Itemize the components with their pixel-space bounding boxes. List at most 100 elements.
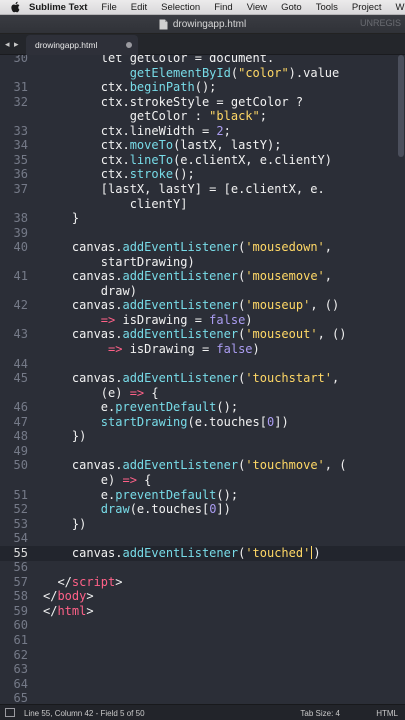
code-line[interactable]: draw) xyxy=(43,284,137,299)
code-line[interactable]: } xyxy=(43,211,79,226)
line-number: 63 xyxy=(13,662,28,677)
menu-goto[interactable]: Goto xyxy=(281,2,302,13)
syntax-mode[interactable]: HTML xyxy=(376,709,398,718)
code-token: ; xyxy=(259,109,267,124)
code-line[interactable]: startDrawing) xyxy=(43,255,195,270)
code-token: => xyxy=(129,385,145,400)
code-token: moveTo xyxy=(129,138,174,153)
code-line[interactable]: ctx.moveTo(lastX, lastY); xyxy=(43,138,282,153)
line-number: 38 xyxy=(13,211,28,226)
code-line[interactable]: => isDrawing = false) xyxy=(43,342,260,357)
code-line[interactable]: canvas.addEventListener('mousedown', xyxy=(43,240,332,255)
window-title: drowingapp.html xyxy=(172,18,247,30)
menu-selection[interactable]: Selection xyxy=(161,2,200,13)
code-token: { xyxy=(136,472,152,487)
code-line[interactable]: ctx.strokeStyle = getColor ? xyxy=(43,95,303,110)
menu-edit[interactable]: Edit xyxy=(131,2,147,13)
line-number: 57 xyxy=(13,574,28,589)
code-token: draw xyxy=(100,502,130,517)
code-token: getColor : xyxy=(43,109,210,124)
code-token: clientY] xyxy=(43,196,188,211)
code-token: (e.clientX, e.clientY) xyxy=(173,152,333,167)
line-number: 64 xyxy=(13,676,28,691)
scrollbar[interactable] xyxy=(398,55,404,704)
code-line[interactable]: }) xyxy=(43,517,86,532)
tab-nav-arrows[interactable]: ◂ ▸ xyxy=(5,39,20,50)
code-token: addEventListener xyxy=(122,371,239,386)
code-line[interactable]: clientY] xyxy=(43,197,188,212)
tab-bar: ◂ ▸ drowingapp.html xyxy=(0,34,405,55)
window-titlebar: drowingapp.html UNREGIS xyxy=(0,15,405,34)
code-line[interactable]: (e) => { xyxy=(43,386,159,401)
menu-view[interactable]: View xyxy=(247,2,267,13)
code-line[interactable]: canvas.addEventListener('mouseout', () xyxy=(43,327,347,342)
code-line[interactable]: let getColor = document. xyxy=(43,55,274,66)
tab-size[interactable]: Tab Size: 4 xyxy=(300,709,340,718)
code-editor[interactable]: 30 31 32 33 34 35 36 37 38 39 40 41 42 43 44 45 46 47 48 49… xyxy=(0,55,405,704)
menu-find[interactable]: Find xyxy=(214,2,232,13)
line-number: 47 xyxy=(13,414,28,429)
code-token: } xyxy=(43,211,80,226)
code-token: ]) xyxy=(216,502,231,517)
line-number: 65 xyxy=(13,691,28,704)
code-line[interactable]: canvas.addEventListener('mouseup', () xyxy=(43,298,339,313)
code-line[interactable]: </script> xyxy=(43,574,122,590)
code-line[interactable]: [lastX, lastY] = [e.clientX, e. xyxy=(43,182,325,197)
panel-toggle-icon[interactable] xyxy=(5,708,15,717)
code-token: ) xyxy=(245,312,253,327)
code-line[interactable]: draw(e.touches[0]) xyxy=(43,502,231,517)
code-line[interactable]: canvas.addEventListener('mousemove', xyxy=(43,269,332,284)
code-line[interactable]: </html> xyxy=(43,604,94,619)
tab-drowingapp[interactable]: drowingapp.html xyxy=(26,35,138,55)
code-line[interactable]: getColor : "black"; xyxy=(43,109,267,124)
code-line[interactable]: ctx.lineWidth = 2; xyxy=(43,124,231,139)
code-token: </ xyxy=(43,574,72,589)
menu-window[interactable]: Wind xyxy=(395,2,405,13)
code-line[interactable]: e) => { xyxy=(43,472,152,488)
code-line[interactable]: canvas.addEventListener('touched') xyxy=(43,545,321,561)
code-line[interactable]: getElementById("color").value xyxy=(43,65,340,81)
code-token: [lastX, lastY] = [e.clientX, e. xyxy=(43,181,325,196)
code-line[interactable]: e.preventDefault(); xyxy=(43,488,238,503)
menu-project[interactable]: Project xyxy=(352,2,382,13)
code-token: 'mouseup' xyxy=(245,298,311,313)
code-token: "color" xyxy=(238,65,289,80)
code-line[interactable]: ctx.beginPath(); xyxy=(43,80,217,95)
scrollbar-thumb[interactable] xyxy=(398,55,404,157)
line-number: 31 xyxy=(13,80,28,95)
code-line[interactable]: ctx.stroke(); xyxy=(43,167,195,182)
menu-file[interactable]: File xyxy=(101,2,116,13)
code-line[interactable]: }) xyxy=(43,429,86,444)
line-number: 54 xyxy=(13,531,28,546)
line-number: 48 xyxy=(13,429,28,444)
app-menu[interactable]: Sublime Text xyxy=(29,2,87,13)
line-number: 34 xyxy=(13,138,28,153)
line-number: 36 xyxy=(13,167,28,182)
code-token: addEventListener xyxy=(122,545,239,560)
code-line[interactable]: canvas.addEventListener('touchstart', xyxy=(43,371,339,386)
unsaved-dot-icon[interactable] xyxy=(126,42,132,48)
code-line[interactable]: ctx.lineTo(e.clientX, e.clientY) xyxy=(43,153,332,168)
code-line[interactable]: e.preventDefault(); xyxy=(43,400,238,415)
code-token: getElementById xyxy=(129,65,231,80)
code-line[interactable]: startDrawing(e.touches[0]) xyxy=(43,415,289,430)
code-token: addEventListener xyxy=(122,269,239,284)
code-token: addEventListener xyxy=(122,327,239,342)
code-line[interactable]: </body> xyxy=(43,589,94,604)
code-token: 'mousemove' xyxy=(245,269,325,284)
line-number: 55 xyxy=(13,545,28,560)
line-number: 44 xyxy=(13,356,28,371)
line-number: 46 xyxy=(13,400,28,415)
status-bar: Line 55, Column 42 - Field 5 of 50 Tab S… xyxy=(0,704,405,720)
code-line[interactable]: canvas.addEventListener('touchmove', ( xyxy=(43,458,347,473)
code-token: ctx. xyxy=(43,167,130,182)
line-number: 59 xyxy=(13,603,28,618)
code-token: (lastX, lastY); xyxy=(173,138,282,153)
menu-tools[interactable]: Tools xyxy=(316,2,338,13)
code-token: false xyxy=(216,342,253,356)
unregistered-label: UNREGIS xyxy=(359,18,401,28)
apple-logo-icon[interactable] xyxy=(10,1,21,13)
code-line[interactable]: => isDrawing = false) xyxy=(43,313,253,328)
line-number: 56 xyxy=(13,560,28,575)
